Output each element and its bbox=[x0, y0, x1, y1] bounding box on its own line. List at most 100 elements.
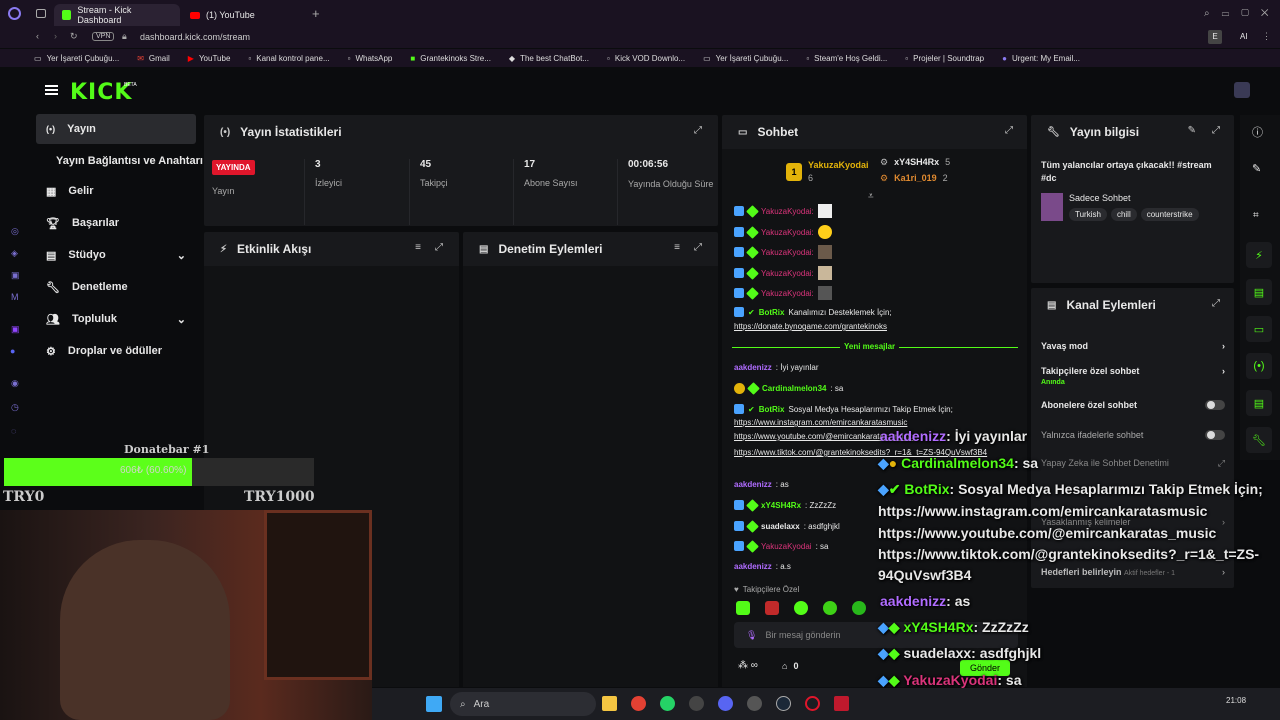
tag[interactable]: counterstrike bbox=[1140, 208, 1199, 221]
moderation-rail-button[interactable]: ▤ bbox=[1246, 279, 1272, 305]
kick-logo-beta: BETA bbox=[124, 82, 137, 88]
expand-icon[interactable]: ⤢ bbox=[1005, 125, 1013, 136]
action-ai-moderation[interactable]: Yapay Zeka ile Sohbet Denetimi ⤢ bbox=[1041, 458, 1225, 469]
filter-icon[interactable]: ≡ bbox=[674, 242, 680, 253]
action-goals[interactable]: Hedefleri belirleyin Aktif hedefler - 1 › bbox=[1041, 567, 1225, 577]
bookmark-item[interactable]: ▫ Kanal kontrol pane... bbox=[248, 54, 329, 63]
actions-rail-button[interactable]: ▤ bbox=[1246, 390, 1272, 416]
tag[interactable]: Turkish bbox=[1069, 208, 1107, 221]
whatsapp-icon[interactable] bbox=[660, 696, 675, 711]
stat-viewers: 3 İzleyici bbox=[304, 159, 408, 225]
category-name[interactable]: Sadece Sohbet bbox=[1069, 193, 1131, 203]
new-tab-button[interactable]: + bbox=[312, 6, 320, 21]
bookmark-item[interactable]: ▫ Steam'e Hoş Geldi... bbox=[806, 54, 887, 63]
edit-icon[interactable]: ✎ bbox=[1188, 125, 1196, 136]
dashboard-sidebar: (•) Yayın Yayın Bağlantısı ve Anahtarı ▦ G… bbox=[0, 112, 203, 452]
top-chatter-2[interactable]: ⚙︎ xY4SH4Rx 5 bbox=[880, 157, 950, 168]
sidebar-item-achievements[interactable]: 🏆︎ Başarılar bbox=[36, 210, 196, 236]
clip-icon[interactable]: ⌗ bbox=[1253, 210, 1259, 221]
bookmark-item[interactable]: ▫ Projeler | Soundtrap bbox=[905, 54, 984, 63]
collapse-icon[interactable]: ⩡ bbox=[868, 191, 874, 202]
info-icon[interactable]: ⓘ bbox=[1252, 124, 1263, 140]
tabs-menu-icon[interactable] bbox=[36, 9, 46, 18]
bookmark-item[interactable]: ▭ Yer İşareti Çubuğu... bbox=[34, 54, 119, 63]
windows-start-icon[interactable] bbox=[426, 696, 442, 712]
file-explorer-icon[interactable] bbox=[602, 696, 617, 711]
emote-icon[interactable] bbox=[852, 601, 866, 615]
window-controls[interactable]: ⌕▭▢✕ bbox=[1204, 8, 1280, 19]
sidebar-item-stream-key[interactable]: Yayın Bağlantısı ve Anahtarı bbox=[46, 148, 206, 174]
browser-logo-icon[interactable] bbox=[8, 7, 21, 20]
sidebar-item-stream[interactable]: (•) Yayın bbox=[36, 114, 196, 144]
sub-badge-icon bbox=[746, 519, 759, 533]
browser-menu-icon[interactable]: ⋮ bbox=[1262, 31, 1271, 42]
toggle-switch[interactable] bbox=[1205, 430, 1225, 440]
sidebar-item-moderation[interactable]: 🔧︎ Denetleme bbox=[36, 274, 196, 300]
vpn-badge[interactable]: VPN bbox=[92, 32, 115, 41]
expand-icon[interactable]: ⤢ bbox=[1212, 125, 1220, 136]
bookmark-item[interactable]: ▫ WhatsApp bbox=[348, 54, 393, 63]
tag[interactable]: chill bbox=[1110, 208, 1137, 221]
app-icon[interactable] bbox=[689, 696, 704, 711]
obs-icon[interactable] bbox=[834, 696, 849, 711]
action-slow-mode[interactable]: Yavaş mod › bbox=[1041, 341, 1225, 351]
channel-actions-icon: ▤ bbox=[1047, 299, 1057, 311]
toggle-switch[interactable] bbox=[1205, 400, 1225, 410]
hamburger-icon[interactable] bbox=[45, 85, 58, 95]
kick-favicon-icon bbox=[62, 10, 72, 20]
app-icon[interactable] bbox=[747, 696, 762, 711]
sidebar-item-revenue[interactable]: ▦ Gelir bbox=[36, 178, 196, 204]
profile-avatar[interactable]: E bbox=[1208, 30, 1222, 44]
emote-icon[interactable] bbox=[823, 601, 837, 615]
sidebar-item-studio[interactable]: ▤ Stüdyo ⌄ bbox=[36, 242, 196, 268]
filter-icon[interactable]: ≡ bbox=[415, 242, 421, 253]
action-emote-only[interactable]: Yalnızca ifadelerle sohbet bbox=[1041, 430, 1225, 440]
bookmark-item[interactable]: ▶ YouTube bbox=[188, 54, 231, 63]
webcam-feed bbox=[0, 510, 372, 720]
ai-button[interactable]: AI bbox=[1240, 32, 1248, 41]
info-rail-button[interactable]: 🔧︎ bbox=[1246, 427, 1272, 453]
forward-icon[interactable]: › bbox=[54, 31, 57, 41]
url-field[interactable]: dashboard.kick.com/stream bbox=[140, 32, 250, 42]
chat-settings-icon[interactable]: ⁂ ∞ bbox=[738, 660, 758, 671]
opera-icon[interactable] bbox=[805, 696, 820, 711]
bookmark-item[interactable]: ■ Grantekinoks Stre... bbox=[410, 54, 491, 63]
discord-icon[interactable] bbox=[718, 696, 733, 711]
sidebar-item-drops[interactable]: ⚙︎ Droplar ve ödüller bbox=[36, 338, 196, 364]
back-icon[interactable]: ‹ bbox=[36, 31, 39, 41]
tab-youtube[interactable]: (1) YouTube bbox=[182, 4, 302, 26]
steam-icon[interactable] bbox=[776, 696, 791, 711]
expand-icon[interactable]: ⤢ bbox=[1212, 298, 1220, 309]
tab-title: Stream - Kick Dashboard bbox=[77, 5, 132, 25]
bookmark-item[interactable]: ◆ The best ChatBot... bbox=[509, 54, 589, 63]
top-chatter-1[interactable]: 1 YakuzaKyodai 6 bbox=[786, 160, 869, 183]
user-avatar[interactable] bbox=[1234, 82, 1250, 98]
emote-icon[interactable] bbox=[736, 601, 750, 615]
expand-icon[interactable]: ⤢ bbox=[694, 125, 702, 136]
action-subscribers-only[interactable]: Abonelere özel sohbet bbox=[1041, 400, 1225, 410]
stats-rail-button[interactable]: (•) bbox=[1246, 353, 1272, 379]
activity-rail-button[interactable]: ⚡︎ bbox=[1246, 242, 1272, 268]
bookmark-item[interactable]: ✉ Gmail bbox=[137, 54, 170, 63]
tab-kick-dashboard[interactable]: Stream - Kick Dashboard bbox=[54, 4, 180, 26]
bookmark-item[interactable]: ▭ Yer İşareti Çubuğu... bbox=[703, 54, 788, 63]
sidebar-item-community[interactable]: 👥︎ Topluluk ⌄ bbox=[36, 306, 196, 332]
chrome-icon[interactable] bbox=[631, 696, 646, 711]
chat-rail-button[interactable]: ▭ bbox=[1246, 316, 1272, 342]
edit-icon[interactable]: ✎ bbox=[1252, 162, 1261, 175]
taskbar-clock[interactable]: 21:08 bbox=[1226, 696, 1246, 705]
expand-icon[interactable]: ⤢ bbox=[694, 242, 702, 253]
taskbar-search[interactable]: ⌕ Ara bbox=[450, 692, 596, 716]
emote-icon[interactable] bbox=[765, 601, 779, 615]
rank-badge-icon bbox=[734, 383, 745, 394]
top-chatter-3[interactable]: ⚙︎ Ka1ri_019 2 bbox=[880, 173, 948, 184]
chat-link[interactable]: https://donate.bynogame.com/grantekinoks bbox=[734, 322, 887, 331]
overlay-message: ◆◆ suadelaxx: asdfghjkl bbox=[878, 645, 1042, 661]
expand-icon[interactable]: ⤢ bbox=[435, 242, 443, 253]
bookmark-item[interactable]: ▫ Kick VOD Downlo... bbox=[607, 54, 685, 63]
emote-icon[interactable] bbox=[794, 601, 808, 615]
chat-link[interactable]: https://www.instagram.com/emircankaratas… bbox=[734, 418, 907, 427]
action-followers-only[interactable]: Takipçilere özel sohbet Anında › bbox=[1041, 366, 1225, 386]
reload-icon[interactable]: ↻ bbox=[70, 31, 78, 42]
bookmark-item[interactable]: ● Urgent: My Email... bbox=[1002, 54, 1080, 63]
